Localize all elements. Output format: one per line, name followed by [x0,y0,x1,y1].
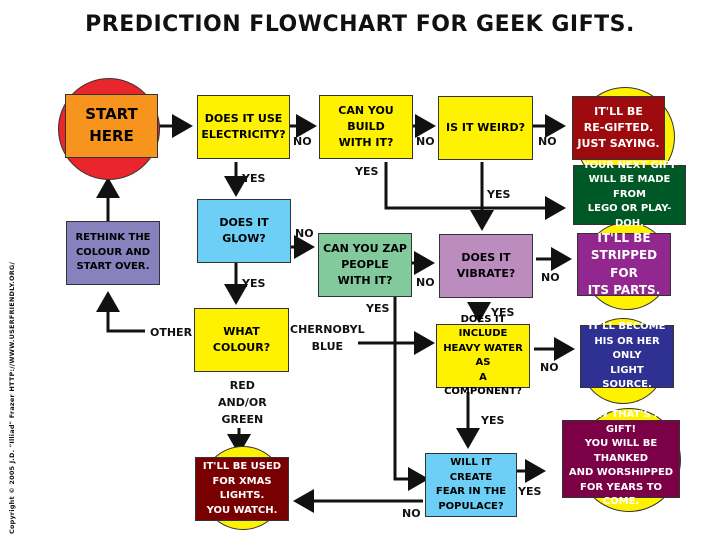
label-heavywater-no: No [540,361,559,374]
node-weird: Is it weird? [438,96,533,160]
node-vibrate: Does it vibrate? [439,234,533,298]
label-red-green: Red and/or green [218,377,267,428]
node-text: Here [89,127,134,145]
label-glow-no: No [295,227,314,240]
node-text: It'll be [594,105,643,119]
label-vibrate-yes: Yes [491,306,515,319]
node-text: fear in the [435,486,507,497]
node-text: re-gifted. [583,121,654,135]
node-colour: What colour? [194,308,289,372]
node-text: vibrate? [456,267,516,280]
node-text: Is it weird? [446,121,525,135]
node-heavywater: Does it include heavy water as a component… [436,314,530,397]
node-gift: Now that's a gift! You will be thanked and… [562,409,680,507]
node-text: Start [85,105,138,124]
node-text: for years to come. [579,481,663,508]
label-line: blue [311,340,344,354]
node-text: a component? [444,371,522,398]
label-line: green [221,413,264,427]
node-regifted: It'll be re-gifted. Just saying. [572,96,665,160]
node-text: start over. [76,261,150,273]
label-zap-no: No [416,276,435,289]
node-text: It'll be [597,230,651,245]
node-text: You will be thanked [584,438,658,464]
node-text: glow? [222,232,266,245]
label-glow-yes: Yes [242,277,266,290]
label-vibrate-no: No [541,271,560,284]
node-text: Does it [461,251,511,265]
node-text: Just saying. [577,136,660,150]
node-text: its parts. [587,282,661,297]
label-line: and/or [218,396,267,410]
node-text: light source. [602,364,652,391]
node-text: colour? [212,341,271,354]
node-text: What [223,325,260,339]
node-text: Rethink the [75,232,151,244]
node-text: It'll become [588,321,666,333]
node-text: his or her only [594,335,660,362]
node-text: heavy water as [443,342,523,369]
node-fear: Will it create fear in the populace? [425,453,517,517]
node-text: Does it use [204,112,283,126]
node-glow: Does it glow? [197,199,291,263]
label-electricity-no: No [293,135,312,148]
copyright-text: Copyright © 2005 J.D. "Illiad" Frazer HT… [8,261,16,534]
node-text: Can you zap [323,242,407,256]
node-text: and worshipped [568,467,674,479]
label-fear-yes: Yes [518,485,542,498]
node-text: Your next gift [582,159,677,171]
node-text: Does it [219,216,269,230]
node-text: will be made from [588,174,671,200]
node-xmas: It'll be used for Xmas lights. You watch. [195,457,289,521]
label-chernobyl-blue: Chernobyl blue [290,321,365,355]
node-text: people [341,258,389,272]
node-lightsource: It'll become his or her only light source. [580,321,674,390]
node-build: Can you build with it? [319,95,413,159]
node-text: Will it create [449,457,493,483]
node-stripped: It'll be stripped for its parts. [577,230,671,297]
node-text: It'll be used [202,461,282,472]
label-line: Red [229,379,255,392]
label-build-yes: Yes [355,165,379,178]
label-weird-no: No [538,135,557,148]
label-zap-yes: Yes [366,302,390,315]
node-text: Now that's a gift! [580,409,662,435]
arrow-zap-yes-to-fear [393,296,429,491]
label-other: Other [150,326,193,339]
node-electricity: Does it use electricity? [197,95,290,159]
node-text: electricity? [201,128,286,141]
label-electricity-yes: Yes [242,172,266,185]
label-build-no: No [416,135,435,148]
node-text: with it? [337,273,393,287]
label-weird-yes: Yes [487,188,511,201]
node-text: populace? [438,500,504,512]
node-text: Lego or Play-Doh. [587,203,672,229]
arrow-other-to-rethink [96,291,145,333]
node-text: stripped for [590,248,658,280]
node-lego: Your next gift will be made from Lego or P… [573,160,686,229]
node-text: You watch. [206,504,278,516]
label-fear-no: No [402,507,421,520]
node-text: colour and [75,246,151,258]
node-start: Start Here [65,94,158,158]
node-text: Can you build [338,104,394,134]
node-rethink: Rethink the colour and start over. [66,221,160,285]
node-text: with it? [338,135,394,149]
arrow-build-yes-to-lego [384,162,566,220]
label-heavywater-yes: Yes [481,414,505,427]
label-line: Chernobyl [290,323,365,336]
node-text: for Xmas lights. [212,475,272,502]
node-zap: Can you zap people with it? [318,233,412,297]
